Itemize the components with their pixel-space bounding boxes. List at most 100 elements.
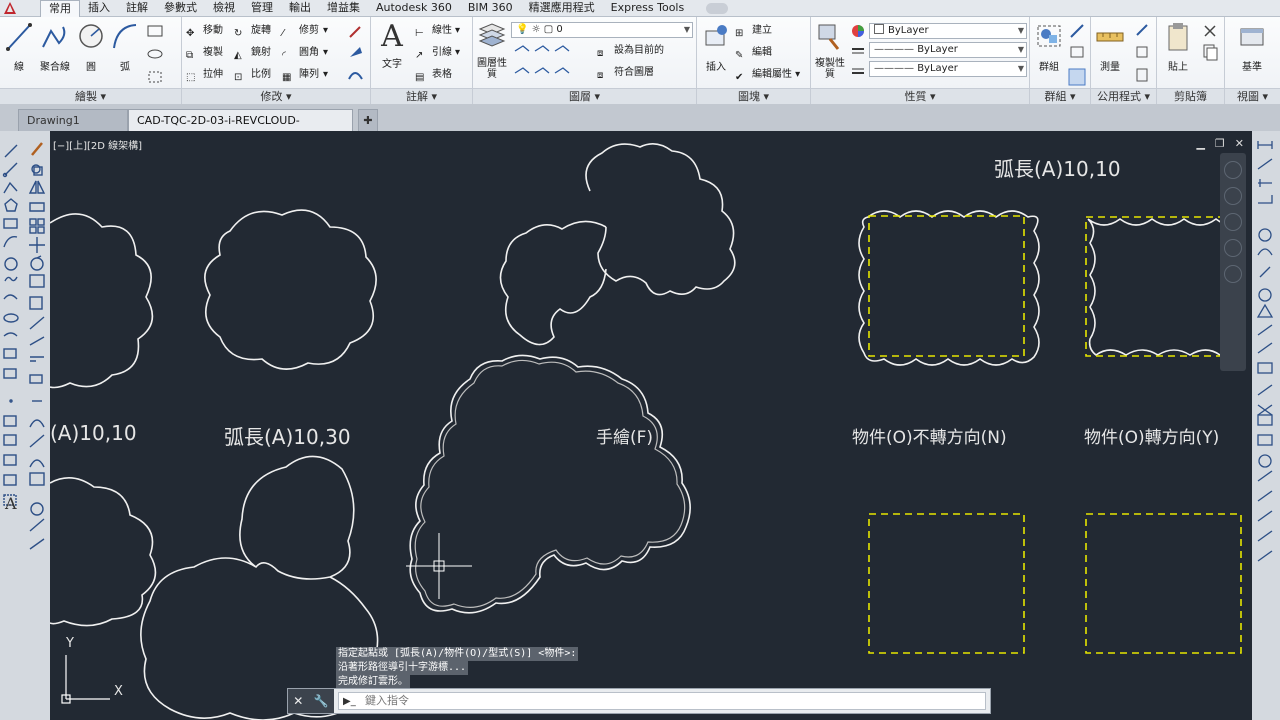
tab-express-tools[interactable]: Express Tools bbox=[603, 0, 693, 17]
tab-output[interactable]: 輸出 bbox=[281, 0, 319, 17]
command-line-buttons: ✕ 🔧 bbox=[288, 689, 334, 713]
panel-layers-title[interactable]: 圖層 ▾ bbox=[473, 88, 696, 104]
copy-button[interactable]: ⧉ 複製 bbox=[186, 43, 223, 62]
arc-button[interactable]: 弧 bbox=[110, 21, 140, 73]
draw-extra-icons[interactable] bbox=[146, 23, 176, 85]
tab-autodesk360[interactable]: Autodesk 360 bbox=[368, 0, 460, 17]
stretch-icon: ⬚ bbox=[186, 71, 196, 83]
drawing-canvas[interactable]: [−][上][2D 線架構] ▁ ❐ ✕ 弧長(A)10,10 (A)10,10… bbox=[50, 131, 1252, 720]
tab-addins[interactable]: 增益集 bbox=[319, 0, 368, 17]
rotate-icon: ↻ bbox=[234, 27, 243, 39]
panel-properties-title[interactable]: 性質 ▾ bbox=[811, 88, 1029, 104]
zoom-icon[interactable] bbox=[1224, 213, 1242, 231]
panel-layers: 圖層性質 💡 ☼ ▢ 0 ▼ ⧈ 設為目前的 ⧈ 符合圖層 圖層 ▾ bbox=[473, 17, 697, 104]
command-history-line: 沿著形路徑導引十字游標... bbox=[336, 661, 469, 675]
pan-icon[interactable] bbox=[1224, 187, 1242, 205]
base-view-icon bbox=[1240, 28, 1264, 46]
utility-extra-icons[interactable] bbox=[1133, 23, 1151, 87]
color-dropdown[interactable]: ByLayer ▼ bbox=[869, 23, 1027, 39]
label-object-reverse: 物件(O)轉方向(Y) bbox=[1084, 428, 1220, 448]
text-button[interactable]: A 文字 bbox=[377, 21, 407, 71]
polyline-button[interactable]: 聚合線 bbox=[40, 21, 70, 73]
file-tab-current[interactable]: CAD-TQC-2D-03-i-REVCLOUD-2005*✕ bbox=[128, 109, 353, 148]
measure-button[interactable]: 測量 bbox=[1095, 21, 1125, 73]
panel-view-title[interactable]: 視圖 ▾ bbox=[1225, 88, 1280, 104]
tab-annotate[interactable]: 註解 bbox=[118, 0, 156, 17]
make-current-button[interactable]: ⧈ 設為目前的 bbox=[597, 41, 664, 60]
lineweight-dropdown[interactable]: ———— ByLayer ▼ bbox=[869, 42, 1027, 58]
left-tool-icons[interactable]: A bbox=[0, 131, 50, 720]
clipboard-extra-icons[interactable] bbox=[1201, 23, 1219, 71]
orbit-icon[interactable] bbox=[1224, 239, 1242, 257]
base-view-button[interactable]: 基準 bbox=[1237, 21, 1267, 73]
wrench-icon[interactable]: 🔧 bbox=[314, 694, 329, 708]
panel-block-title[interactable]: 圖塊 ▾ bbox=[697, 88, 810, 104]
panel-modify-title[interactable]: 修改 ▾ bbox=[182, 88, 370, 104]
circle-button[interactable]: 圓 bbox=[76, 21, 106, 73]
right-toolbar bbox=[1252, 131, 1280, 720]
panel-clipboard-title[interactable]: 剪貼簿 bbox=[1157, 88, 1224, 104]
layer-tool-icons[interactable] bbox=[513, 43, 593, 83]
trim-button[interactable]: ⁄ 修剪 ▾ bbox=[282, 21, 328, 40]
panel-draw: 線 聚合線 圓 弧 繪製 ▾ bbox=[0, 17, 182, 104]
panel-draw-title[interactable]: 繪製 ▾ bbox=[0, 88, 181, 104]
tab-insert[interactable]: 插入 bbox=[80, 0, 118, 17]
revcloud-square-a bbox=[858, 210, 1040, 366]
edit-attributes-button[interactable]: ✔ 編輯屬性 ▾ bbox=[735, 65, 800, 84]
ribbon-minimize-toggle[interactable] bbox=[698, 0, 736, 17]
panel-groups-title[interactable]: 群組 ▾ bbox=[1030, 88, 1090, 104]
scale-button[interactable]: ⊡ 比例 bbox=[234, 65, 271, 84]
new-tab-button[interactable]: ✚ bbox=[358, 109, 378, 131]
rotate-button[interactable]: ↻ 旋轉 bbox=[234, 21, 271, 40]
close-icon[interactable]: ✕ bbox=[293, 694, 303, 708]
linear-dim-button[interactable]: ⊢ 線性 ▾ bbox=[415, 21, 460, 40]
rect-dashed-3 bbox=[868, 513, 1025, 654]
match-properties-button[interactable]: 複製性質 bbox=[815, 21, 845, 80]
tab-view[interactable]: 檢視 bbox=[205, 0, 243, 17]
array-button[interactable]: ▦ 陣列 ▾ bbox=[282, 65, 328, 84]
layer-properties-button[interactable]: 圖層性質 bbox=[477, 21, 507, 80]
circle-icon bbox=[79, 24, 103, 48]
modify-extra-icons[interactable] bbox=[346, 23, 366, 85]
edit-block-button[interactable]: ✎ 編輯 bbox=[735, 43, 772, 62]
line-button[interactable]: 線 bbox=[4, 21, 34, 73]
tab-bim360[interactable]: BIM 360 bbox=[460, 0, 521, 17]
table-button[interactable]: ▤ 表格 bbox=[415, 65, 452, 84]
paste-clipboard-icon bbox=[1168, 23, 1188, 51]
make-current-icon: ⧈ bbox=[597, 47, 604, 59]
layer-dropdown[interactable]: 💡 ☼ ▢ 0 ▼ bbox=[511, 22, 693, 38]
tab-manage[interactable]: 管理 bbox=[243, 0, 281, 17]
dropdown-arrow-icon: ▼ bbox=[1017, 45, 1024, 54]
steering-wheel-icon[interactable] bbox=[1224, 161, 1242, 179]
match-layer-button[interactable]: ⧈ 符合圖層 bbox=[597, 63, 654, 82]
leader-button[interactable]: ↗ 引線 ▾ bbox=[415, 43, 460, 62]
panel-utilities-title[interactable]: 公用程式 ▾ bbox=[1091, 88, 1156, 104]
file-tab-drawing1[interactable]: Drawing1 bbox=[18, 109, 128, 131]
fillet-button[interactable]: ◜ 圓角 ▾ bbox=[282, 43, 328, 62]
insert-block-button[interactable]: 插入 bbox=[701, 21, 731, 73]
autocad-logo-icon[interactable] bbox=[0, 0, 36, 17]
showmotion-icon[interactable] bbox=[1224, 265, 1242, 283]
right-tool-icons[interactable] bbox=[1252, 131, 1280, 720]
tab-featured-apps[interactable]: 精選應用程式 bbox=[521, 0, 603, 17]
panel-annotation-title[interactable]: 註解 ▾ bbox=[371, 88, 472, 104]
create-block-button[interactable]: ⊞ 建立 bbox=[735, 21, 772, 40]
linetype-dropdown[interactable]: ———— ByLayer ▼ bbox=[869, 61, 1027, 77]
command-input[interactable]: ▶_ 鍵入指令 bbox=[338, 692, 986, 710]
move-button[interactable]: ✥ 移動 bbox=[186, 21, 223, 40]
panel-block: 插入 ⊞ 建立 ✎ 編輯 ✔ 編輯屬性 ▾ 圖塊 ▾ bbox=[697, 17, 811, 104]
group-button[interactable]: 群組 bbox=[1034, 21, 1064, 73]
tab-parametric[interactable]: 參數式 bbox=[156, 0, 205, 17]
group-extra-icons[interactable] bbox=[1068, 23, 1086, 87]
stretch-button[interactable]: ⬚ 拉伸 bbox=[186, 65, 223, 84]
paste-button[interactable]: 貼上 bbox=[1163, 21, 1193, 73]
ribbon-panel: 線 聚合線 圓 弧 繪製 ▾ ✥ 移動 ↻ 旋轉 ⁄ 修剪 ▾ ⧉ 複製 ◭ 鏡射 ◜ 圓角 ▾… bbox=[0, 17, 1280, 104]
command-placeholder: 鍵入指令 bbox=[365, 694, 409, 707]
file-tab-bar: Drawing1 CAD-TQC-2D-03-i-REVCLOUD-2005*✕… bbox=[0, 104, 1280, 148]
mirror-button[interactable]: ◭ 鏡射 bbox=[234, 43, 271, 62]
arc-icon bbox=[113, 24, 137, 49]
insert-block-icon bbox=[705, 25, 727, 46]
dropdown-arrow-icon: ▼ bbox=[683, 25, 690, 34]
tab-home[interactable]: 常用 bbox=[40, 0, 80, 17]
label-object-no-reverse: 物件(O)不轉方向(N) bbox=[852, 428, 1007, 448]
